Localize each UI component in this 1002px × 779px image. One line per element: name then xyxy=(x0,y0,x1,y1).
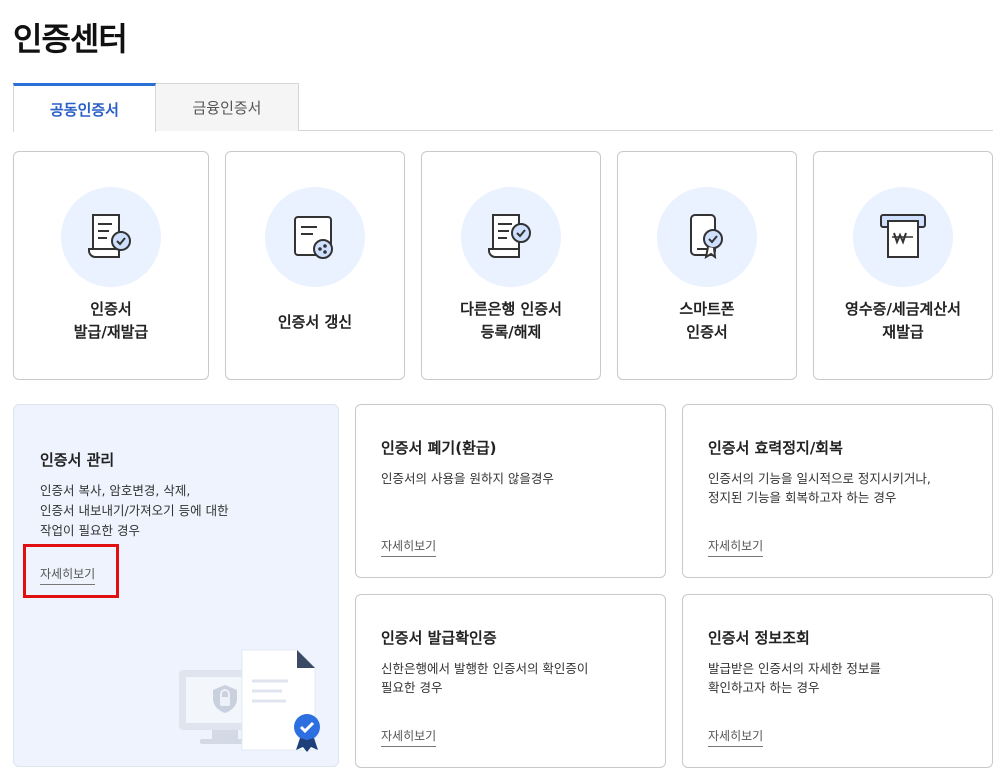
card-title: 인증서 발급확인증 xyxy=(381,629,497,647)
suspend-card: 인증서 효력정지/회복 인증서의 기능을 일시적으로 정지시키거나, 정지된 기… xyxy=(682,404,993,578)
service-card-issue[interactable]: 인증서 발급/재발급 xyxy=(13,151,209,380)
service-card-renew[interactable]: 인증서 갱신 xyxy=(225,151,405,380)
card-description: 발급받은 인증서의 자세한 정보를 확인하고자 하는 경우 xyxy=(708,661,881,695)
card-title: 인증서 정보조회 xyxy=(708,629,810,647)
certificate-issue-icon xyxy=(88,214,131,258)
service-label: 다른은행 인증서 등록/해제 xyxy=(460,300,562,341)
card-description: 인증서의 사용을 원하지 않을경우 xyxy=(381,471,554,486)
card-title: 인증서 효력정지/회복 xyxy=(708,439,843,457)
tab-joint-certificate[interactable]: 공동인증서 xyxy=(13,83,156,132)
tab-bar: 공동인증서 금융인증서 xyxy=(13,83,993,132)
service-label: 영수증/세금계산서 재발급 xyxy=(845,300,961,341)
detail-link[interactable]: 자세히보기 xyxy=(381,537,437,557)
management-description: 인증서 복사, 암호변경, 삭제, 인증서 내보내기/가져오기 등에 대한 작업… xyxy=(40,483,229,538)
detail-link[interactable]: 자세히보기 xyxy=(708,537,764,557)
icon-circle xyxy=(657,187,757,287)
revoke-card: 인증서 폐기(환급) 인증서의 사용을 원하지 않을경우 자세히보기 xyxy=(355,404,666,578)
receipt-icon xyxy=(880,214,926,258)
service-label: 스마트폰 인증서 xyxy=(679,300,735,341)
service-card-smartphone[interactable]: 스마트폰 인증서 xyxy=(617,151,797,380)
detail-link[interactable]: 자세히보기 xyxy=(381,727,437,747)
card-description: 신한은행에서 발행한 인증서의 확인증이 필요한 경우 xyxy=(381,661,589,695)
issuance-confirmation-card: 인증서 발급확인증 신한은행에서 발행한 인증서의 확인증이 필요한 경우 자세… xyxy=(355,594,666,768)
service-card-register[interactable]: 다른은행 인증서 등록/해제 xyxy=(421,151,601,380)
service-label: 인증서 발급/재발급 xyxy=(73,300,149,341)
icon-circle xyxy=(61,187,161,287)
icon-circle xyxy=(265,187,365,287)
certificate-register-icon xyxy=(488,214,531,258)
smartphone-certificate-icon xyxy=(690,214,723,260)
page-title: 인증센터 xyxy=(13,20,128,58)
management-title: 인증서 관리 xyxy=(40,451,115,469)
service-label: 인증서 갱신 xyxy=(277,313,353,331)
info-lookup-card: 인증서 정보조회 발급받은 인증서의 자세한 정보를 확인하고자 하는 경우 자… xyxy=(682,594,993,768)
certificate-renew-icon xyxy=(294,216,333,259)
computer-document-illustration xyxy=(179,649,320,752)
card-title: 인증서 폐기(환급) xyxy=(381,439,497,457)
card-description: 인증서의 기능을 일시적으로 정지시키거나, 정지된 기능을 회복하고자 하는 … xyxy=(708,471,931,505)
icon-circle xyxy=(461,187,561,287)
detail-link[interactable]: 자세히보기 xyxy=(708,727,764,747)
tab-financial-certificate[interactable]: 금융인증서 xyxy=(156,83,299,131)
service-card-receipt[interactable]: 영수증/세금계산서 재발급 xyxy=(813,151,993,380)
icon-circle xyxy=(853,187,953,287)
highlight-box xyxy=(23,544,119,598)
